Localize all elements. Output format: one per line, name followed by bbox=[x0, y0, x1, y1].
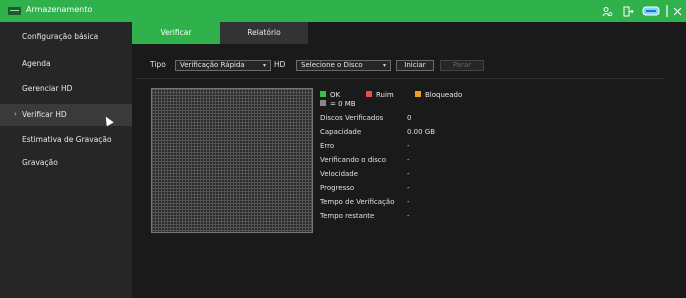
parar-button[interactable]: Parar bbox=[440, 60, 484, 71]
window-title: Armazenamento bbox=[26, 5, 93, 14]
info-value: - bbox=[407, 142, 410, 150]
info-value: - bbox=[407, 212, 410, 220]
sidebar-item-label: Gravação bbox=[22, 158, 58, 167]
info-label: Verificando o disco bbox=[320, 156, 386, 164]
chevron-down-icon: ▾ bbox=[262, 62, 266, 69]
unit-swatch bbox=[320, 100, 326, 106]
chevron-right-icon: › bbox=[14, 110, 17, 118]
sidebar-item-agenda[interactable]: Agenda bbox=[0, 53, 132, 75]
sidebar-item-label: Configuração básica bbox=[22, 32, 99, 41]
network-icon[interactable] bbox=[641, 4, 661, 18]
legend-unit: = 0 MB bbox=[320, 100, 356, 109]
info-label: Velocidade bbox=[320, 170, 359, 178]
hd-value: Selecione o Disco bbox=[301, 61, 363, 69]
ok-swatch bbox=[320, 91, 326, 97]
hd-select[interactable]: Selecione o Disco ▾ bbox=[296, 60, 391, 71]
sidebar: Configuração básica Agenda Gerenciar HD … bbox=[0, 22, 132, 298]
title-bar: Armazenamento bbox=[0, 0, 686, 22]
bloqueado-swatch bbox=[415, 91, 421, 97]
disk-block-map bbox=[151, 88, 313, 233]
sidebar-item-label: Estimativa de Gravação bbox=[22, 135, 112, 144]
sidebar-item-label: Verificar HD bbox=[22, 110, 67, 119]
info-label: Tempo de Verificação bbox=[320, 198, 395, 206]
info-value: - bbox=[407, 170, 410, 178]
info-value: - bbox=[407, 198, 410, 206]
tab-bar: Verificar Relatório bbox=[132, 22, 686, 44]
sidebar-item-estimativa-de-gravacao[interactable]: Estimativa de Gravação bbox=[0, 129, 132, 151]
legend-ruim: Ruim bbox=[366, 91, 394, 100]
legend-bloqueado: Bloqueado bbox=[415, 91, 462, 100]
close-icon[interactable] bbox=[671, 4, 683, 18]
iniciar-button[interactable]: Iniciar bbox=[396, 60, 434, 71]
tab-verificar[interactable]: Verificar bbox=[132, 22, 220, 44]
tipo-value: Verificação Rápida bbox=[180, 61, 245, 69]
tipo-select[interactable]: Verificação Rápida ▾ bbox=[175, 60, 271, 71]
info-label: Discos Verificados bbox=[320, 114, 384, 122]
tab-relatorio[interactable]: Relatório bbox=[220, 22, 308, 44]
exit-icon[interactable] bbox=[621, 4, 635, 18]
divider bbox=[136, 78, 664, 79]
info-label: Tempo restante bbox=[320, 212, 375, 220]
sidebar-item-gravacao[interactable]: Gravação bbox=[0, 152, 132, 174]
user-icon[interactable] bbox=[600, 4, 614, 18]
sidebar-item-label: Gerenciar HD bbox=[22, 84, 73, 93]
sidebar-item-label: Agenda bbox=[22, 59, 51, 68]
info-label: Progresso bbox=[320, 184, 355, 192]
info-value: - bbox=[407, 156, 410, 164]
ruim-swatch bbox=[366, 91, 372, 97]
storage-icon bbox=[8, 7, 21, 15]
sidebar-item-gerenciar-hd[interactable]: Gerenciar HD bbox=[0, 78, 132, 100]
legend-ok: OK bbox=[320, 91, 340, 100]
main-panel: Verificar Relatório Tipo Verificação Ráp… bbox=[132, 22, 686, 298]
tipo-label: Tipo bbox=[150, 60, 166, 69]
info-value: 0 bbox=[407, 114, 412, 122]
info-label: Capacidade bbox=[320, 128, 362, 136]
hd-label: HD bbox=[274, 60, 286, 69]
sidebar-item-configuracao-basica[interactable]: Configuração básica bbox=[0, 26, 132, 48]
info-value: 0.00 GB bbox=[407, 128, 436, 136]
chevron-down-icon: ▾ bbox=[382, 62, 386, 69]
info-value: - bbox=[407, 184, 410, 192]
divider bbox=[666, 5, 668, 17]
info-label: Erro bbox=[320, 142, 335, 150]
